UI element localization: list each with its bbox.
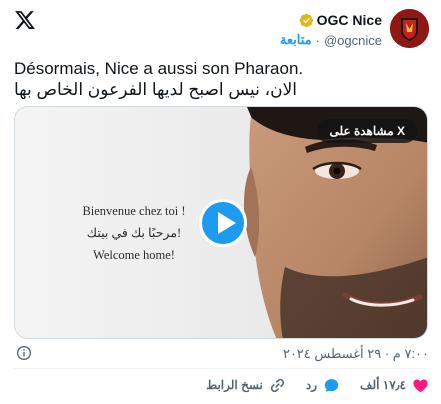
divider xyxy=(14,368,428,369)
author-name[interactable]: OGC Nice xyxy=(317,12,382,28)
welcome-line-en: Welcome home! xyxy=(93,248,175,262)
reply-label: رد xyxy=(305,378,318,392)
play-button[interactable] xyxy=(199,199,247,247)
copy-link-label: نسخ الرابط xyxy=(206,378,263,392)
reply-bubble-icon xyxy=(324,378,339,392)
club-crest-image xyxy=(390,9,429,48)
heart-icon xyxy=(413,378,428,392)
like-button[interactable]: ١٧٫٤ ألف xyxy=(360,377,429,394)
author-handle[interactable]: @ogcnice xyxy=(324,33,382,48)
separator-dot: · xyxy=(315,32,320,48)
tweet-line-fr: Désormais, Nice a aussi son Pharaon. xyxy=(14,59,304,78)
follow-link[interactable]: متابعة xyxy=(280,32,312,48)
info-icon[interactable] xyxy=(16,345,32,361)
handle-row: متابعة · @ogcnice xyxy=(280,32,382,48)
tweet-text: Désormais, Nice a aussi son Pharaon. الا… xyxy=(14,58,428,100)
play-icon xyxy=(218,212,236,234)
video-player[interactable]: Bienvenue chez toi ! مرحبًا بك في بيتك! … xyxy=(14,106,428,339)
x-logo-icon[interactable] xyxy=(14,9,36,31)
welcome-overlay-text: Bienvenue chez toi ! مرحبًا بك في بيتك! … xyxy=(79,200,189,266)
tweet-card[interactable]: OGC Nice متابعة · @ogcnice Désormais, Ni… xyxy=(0,0,441,404)
name-row: OGC Nice xyxy=(296,11,382,29)
welcome-line-ar: مرحبًا بك في بيتك! xyxy=(86,226,182,240)
avatar[interactable] xyxy=(390,9,429,48)
like-count: ١٧٫٤ ألف xyxy=(360,378,406,392)
tweet-line-ar: الان، نيس اصبح لديها الفرعون الخاص بها xyxy=(14,80,298,99)
watch-on-x-button[interactable]: مشاهدة على X xyxy=(317,119,417,143)
verified-badge-icon xyxy=(299,13,313,27)
copy-link-button[interactable]: نسخ الرابط xyxy=(206,377,286,394)
welcome-line-fr: Bienvenue chez toi ! xyxy=(82,204,186,218)
link-icon xyxy=(270,378,285,392)
author-text: OGC Nice متابعة · @ogcnice xyxy=(280,9,382,48)
tweet-timestamp[interactable]: ٧:٠٠ م · ٢٩ أغسطس ٢٠٢٤ xyxy=(283,346,429,362)
reply-button[interactable]: رد xyxy=(306,377,340,394)
action-bar: ١٧٫٤ ألف رد نسخ الرابط xyxy=(186,374,429,396)
author-block: OGC Nice متابعة · @ogcnice xyxy=(280,9,429,49)
